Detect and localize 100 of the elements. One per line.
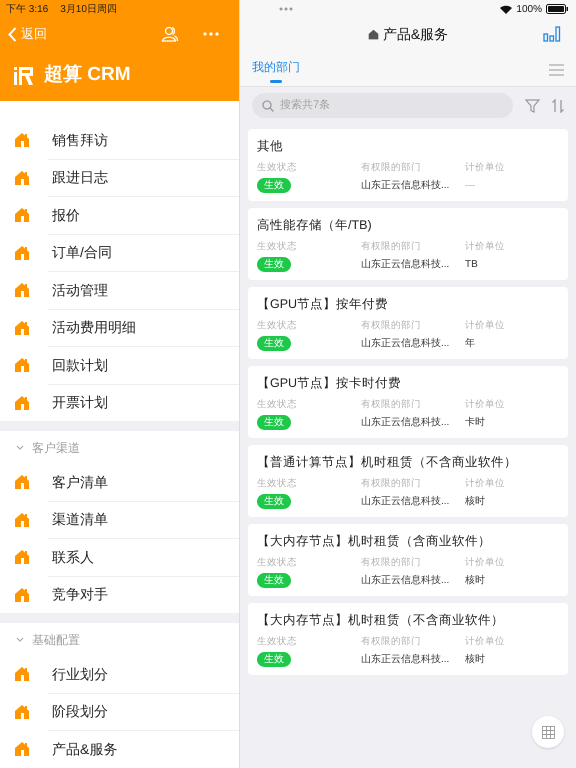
house-icon bbox=[14, 704, 30, 720]
sidebar-item[interactable]: 客户清单 bbox=[0, 464, 239, 500]
unit-text: 核时 bbox=[465, 574, 486, 588]
item-label: 产品&服务 bbox=[52, 740, 118, 759]
field-label: 有权限的部门 bbox=[361, 556, 422, 570]
house-icon bbox=[368, 28, 379, 40]
product-card[interactable]: 其他 生效状态 有权限的部门 计价单位 生效 山东正云信息科技... — bbox=[248, 129, 568, 201]
status-badge: 生效 bbox=[257, 652, 291, 668]
chart-icon[interactable] bbox=[543, 26, 561, 42]
item-label: 订单/合同 bbox=[52, 243, 112, 262]
filter-icon[interactable] bbox=[525, 98, 540, 112]
field-label: 计价单位 bbox=[465, 398, 506, 412]
card-title: 【GPU节点】按卡时付费 bbox=[257, 375, 402, 391]
section-title: 基础配置 bbox=[32, 632, 80, 648]
field-label: 生效状态 bbox=[257, 477, 298, 491]
sidebar-item[interactable]: 活动管理 bbox=[0, 272, 239, 308]
product-card[interactable]: 【GPU节点】按年付费 生效状态 有权限的部门 计价单位 生效 山东正云信息科技... 年 bbox=[248, 287, 568, 359]
wifi-icon bbox=[500, 4, 512, 14]
house-icon bbox=[14, 741, 30, 758]
item-label: 报价 bbox=[52, 206, 80, 225]
department-text: 山东正云信息科技... bbox=[361, 652, 450, 668]
department-text: 山东正云信息科技... bbox=[361, 258, 450, 272]
field-label: 计价单位 bbox=[465, 635, 506, 649]
house-icon bbox=[14, 244, 30, 261]
status-badge: 生效 bbox=[257, 257, 291, 272]
status-time: 下午 3:16 bbox=[6, 2, 48, 16]
house-icon bbox=[14, 512, 30, 528]
status-badge: 生效 bbox=[257, 494, 291, 510]
item-label: 行业划分 bbox=[52, 664, 108, 684]
unit-text: 核时 bbox=[465, 494, 486, 510]
battery-text: 100% bbox=[516, 2, 542, 16]
multitask-icon[interactable] bbox=[279, 7, 293, 11]
sidebar-item[interactable]: 产品&服务 bbox=[0, 731, 239, 768]
sidebar-item[interactable]: 竞争对手 bbox=[0, 576, 239, 613]
house-icon bbox=[14, 207, 30, 224]
product-card[interactable]: 【大内存节点】机时租赁（含商业软件） 生效状态 有权限的部门 计价单位 生效 山东正云信息科技... 核时 bbox=[248, 524, 568, 596]
field-label: 有权限的部门 bbox=[361, 319, 422, 333]
grid-button[interactable] bbox=[532, 716, 564, 748]
sidebar-item[interactable]: 报价 bbox=[0, 197, 239, 234]
sidebar-item[interactable]: 渠道清单 bbox=[0, 502, 239, 538]
unit-text: — bbox=[465, 179, 476, 194]
field-label: 生效状态 bbox=[257, 556, 298, 570]
item-label: 跟进日志 bbox=[52, 168, 108, 188]
sidebar-item[interactable]: 订单/合同 bbox=[0, 234, 239, 271]
sidebar-item[interactable]: 阶段划分 bbox=[0, 694, 239, 730]
field-label: 计价单位 bbox=[465, 319, 506, 333]
item-label: 客户清单 bbox=[52, 472, 108, 492]
field-label: 生效状态 bbox=[257, 398, 298, 412]
unit-text: 年 bbox=[465, 337, 476, 352]
chevron-icon[interactable] bbox=[16, 636, 24, 642]
field-label: 有权限的部门 bbox=[361, 635, 422, 649]
department-text: 山东正云信息科技... bbox=[361, 178, 450, 194]
search-field[interactable]: 搜索共7条 bbox=[252, 93, 513, 118]
product-card[interactable]: 【GPU节点】按卡时付费 生效状态 有权限的部门 计价单位 生效 山东正云信息科技... 卡时 bbox=[248, 366, 568, 438]
product-card[interactable]: 高性能存储（年/TB) 生效状态 有权限的部门 计价单位 生效 山东正云信息科技... TB bbox=[248, 208, 568, 280]
field-label: 生效状态 bbox=[257, 319, 298, 333]
item-label: 竞争对手 bbox=[52, 585, 108, 604]
contacts-icon[interactable] bbox=[161, 25, 179, 43]
sidebar-item[interactable]: 活动费用明细 bbox=[0, 310, 239, 346]
item-label: 回款计划 bbox=[52, 356, 108, 375]
search-input[interactable]: 搜索共7条 bbox=[280, 97, 430, 114]
department-text: 山东正云信息科技... bbox=[361, 336, 450, 352]
search-icon bbox=[262, 100, 274, 112]
unit-text: TB bbox=[465, 258, 479, 272]
unit-text: 核时 bbox=[465, 652, 486, 668]
house-icon bbox=[14, 320, 30, 336]
app-title: 超算 CRM bbox=[44, 62, 131, 87]
section-title: 客户渠道 bbox=[32, 440, 80, 456]
field-label: 计价单位 bbox=[465, 240, 506, 254]
menu-icon[interactable] bbox=[549, 64, 564, 76]
house-icon bbox=[14, 474, 30, 490]
item-label: 活动管理 bbox=[52, 280, 108, 300]
department-text: 山东正云信息科技... bbox=[361, 416, 450, 430]
item-label: 渠道清单 bbox=[52, 510, 108, 530]
chevron-icon[interactable] bbox=[16, 444, 24, 450]
card-title: 【大内存节点】机时租赁（含商业软件） bbox=[257, 533, 492, 549]
field-label: 生效状态 bbox=[257, 240, 298, 254]
unit-text: 卡时 bbox=[465, 416, 486, 430]
house-icon bbox=[14, 549, 30, 566]
sidebar-item[interactable]: 跟进日志 bbox=[0, 160, 239, 196]
product-card[interactable]: 【大内存节点】机时租赁（不含商业软件） 生效状态 有权限的部门 计价单位 生效 山东正云信息科技... 核时 bbox=[248, 603, 568, 675]
sidebar-item[interactable]: 开票计划 bbox=[0, 384, 239, 421]
back-icon bbox=[8, 26, 17, 42]
sort-icon[interactable] bbox=[552, 98, 564, 112]
field-label: 计价单位 bbox=[465, 477, 506, 491]
department-text: 山东正云信息科技... bbox=[361, 574, 450, 588]
sidebar-item[interactable]: 联系人 bbox=[0, 539, 239, 576]
status-date: 3月10日周四 bbox=[60, 2, 117, 16]
item-label: 联系人 bbox=[52, 548, 94, 567]
more-icon[interactable] bbox=[203, 32, 219, 36]
status-badge: 生效 bbox=[257, 573, 291, 588]
sidebar-item[interactable]: 回款计划 bbox=[0, 347, 239, 384]
status-badge: 生效 bbox=[257, 336, 291, 352]
house-icon bbox=[14, 357, 30, 374]
sidebar-item[interactable]: 行业划分 bbox=[0, 656, 239, 692]
product-card[interactable]: 【普通计算节点】机时租赁（不含商业软件） 生效状态 有权限的部门 计价单位 生效 山东正云信息科技... 核时 bbox=[248, 445, 568, 517]
sidebar-item[interactable]: 销售拜访 bbox=[0, 122, 239, 158]
field-label: 有权限的部门 bbox=[361, 161, 422, 175]
item-label: 销售拜访 bbox=[52, 130, 108, 150]
grid-icon bbox=[542, 726, 554, 738]
